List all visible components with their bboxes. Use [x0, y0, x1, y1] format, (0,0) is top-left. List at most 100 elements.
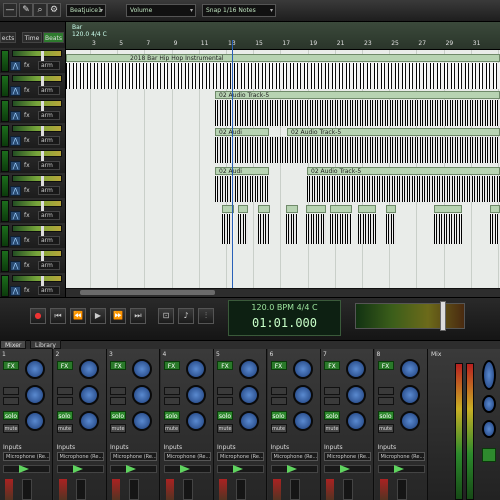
input-select[interactable]: Microphone (Re...	[3, 452, 50, 461]
gain-knob[interactable]	[78, 359, 99, 379]
mute-button[interactable]: mute	[56, 424, 73, 433]
tab-beats[interactable]: Beats	[43, 32, 64, 43]
mute-button[interactable]: mute	[217, 424, 233, 433]
play-button[interactable]: ▶	[90, 308, 106, 324]
send-button[interactable]	[3, 397, 19, 405]
master-knob-1[interactable]	[482, 360, 496, 390]
master-volume-fader[interactable]	[440, 301, 446, 331]
loop-icon[interactable]: ⊡	[158, 308, 174, 324]
gain-knob[interactable]	[185, 359, 206, 379]
automation-icon[interactable]: ⋀	[10, 261, 21, 271]
track-volume-fader[interactable]	[12, 125, 62, 137]
fx-button[interactable]: FX	[217, 361, 233, 370]
track-arm-select[interactable]: arm	[38, 211, 60, 220]
channel-volume-fader[interactable]	[75, 479, 86, 500]
beat-slice-header[interactable]	[306, 205, 326, 213]
minimize-icon[interactable]: —	[3, 3, 17, 17]
eq-knob[interactable]	[25, 385, 45, 405]
clip-header-audio6b[interactable]: 02 Audio Track-5	[287, 128, 500, 136]
input-select[interactable]: Microphone (Re...	[270, 452, 318, 461]
volume-select[interactable]: Volume ▾	[126, 4, 196, 17]
eq-knob[interactable]	[346, 385, 366, 405]
track-fx-label[interactable]: fx	[24, 187, 30, 194]
track-header[interactable]: ⋀ fx arm	[0, 198, 65, 224]
tab-effects[interactable]: ects	[0, 32, 16, 43]
track-arm-select[interactable]: arm	[38, 86, 60, 95]
metronome-icon[interactable]: ♪	[178, 308, 194, 324]
send-button[interactable]	[110, 397, 126, 405]
solo-button[interactable]: solo	[377, 411, 394, 420]
pan-knob[interactable]	[132, 411, 152, 431]
track-fx-label[interactable]: fx	[24, 87, 30, 94]
clip-header-audio7b[interactable]: 02 Audio Track-5	[307, 167, 500, 175]
gain-knob[interactable]	[399, 359, 420, 379]
eq-button[interactable]	[324, 387, 340, 395]
track-volume-fader[interactable]	[12, 75, 62, 87]
eq-button[interactable]	[270, 387, 287, 395]
track-arm-select[interactable]: arm	[38, 61, 60, 70]
automation-icon[interactable]: ⋀	[10, 186, 21, 196]
solo-button[interactable]: solo	[110, 411, 126, 420]
track-header[interactable]: ⋀ fx arm	[0, 223, 65, 249]
track-header[interactable]: ⋀ fx arm	[0, 173, 65, 199]
beat-slice-header[interactable]	[434, 205, 462, 213]
send-button[interactable]	[217, 397, 233, 405]
input-select[interactable]: Microphone (Re...	[163, 452, 211, 461]
tab-time[interactable]: Time	[22, 32, 42, 43]
track-fx-label[interactable]: fx	[24, 237, 30, 244]
fx-button[interactable]: FX	[377, 361, 394, 370]
track-volume-fader[interactable]	[12, 150, 62, 162]
pan-knob[interactable]	[292, 411, 313, 431]
track-volume-fader[interactable]	[12, 250, 62, 262]
gain-knob[interactable]	[132, 359, 152, 379]
fast-forward-button[interactable]: ⏩	[110, 308, 126, 324]
gain-knob[interactable]	[292, 359, 313, 379]
automation-icon[interactable]: ⋀	[10, 136, 21, 146]
solo-button[interactable]: solo	[270, 411, 287, 420]
gain-knob[interactable]	[239, 359, 259, 379]
beat-slice-header[interactable]	[330, 205, 352, 213]
pan-knob[interactable]	[78, 411, 99, 431]
send-button[interactable]	[270, 397, 287, 405]
horizontal-scroll-thumb[interactable]	[80, 290, 215, 295]
input-select[interactable]: Microphone (Re...	[110, 452, 157, 461]
send-button[interactable]	[163, 397, 180, 405]
settings-gear-icon[interactable]: ⚙	[47, 3, 61, 17]
track-header[interactable]: ⋀ fx arm	[0, 73, 65, 99]
automation-icon[interactable]: ⋀	[10, 286, 21, 296]
solo-button[interactable]: solo	[163, 411, 180, 420]
mute-button[interactable]: mute	[110, 424, 126, 433]
channel-volume-fader[interactable]	[396, 479, 407, 500]
eq-knob[interactable]	[239, 385, 259, 405]
zoom-icon[interactable]: ⌕	[33, 3, 47, 17]
track-volume-fader[interactable]	[12, 275, 62, 287]
mute-button[interactable]: mute	[163, 424, 180, 433]
track-arm-select[interactable]: arm	[38, 136, 60, 145]
eq-button[interactable]	[3, 387, 19, 395]
master-knob-3[interactable]	[482, 420, 496, 438]
track-arm-select[interactable]: arm	[38, 186, 60, 195]
input-select[interactable]: Microphone (Re...	[377, 452, 425, 461]
pan-knob[interactable]	[239, 411, 259, 431]
mute-button[interactable]: mute	[3, 424, 19, 433]
track-fx-label[interactable]: fx	[24, 262, 30, 269]
input-select[interactable]: Microphone (Re...	[324, 452, 371, 461]
track-arm-select[interactable]: arm	[38, 286, 60, 295]
eq-button[interactable]	[110, 387, 126, 395]
track-fx-label[interactable]: fx	[24, 112, 30, 119]
clip-header-audio5[interactable]: 02 Audio Track-5	[215, 91, 500, 99]
clip-header-audio6a[interactable]: 02 Audi	[215, 128, 269, 136]
eq-button[interactable]	[56, 387, 73, 395]
solo-button[interactable]: solo	[324, 411, 340, 420]
track-fx-label[interactable]: fx	[24, 62, 30, 69]
solo-button[interactable]: solo	[3, 411, 19, 420]
tab-library[interactable]: Library	[30, 340, 61, 349]
gain-knob[interactable]	[346, 359, 366, 379]
track-header[interactable]: ⋀ fx arm	[0, 148, 65, 174]
master-knob-2[interactable]	[482, 395, 496, 413]
pan-knob[interactable]	[346, 411, 366, 431]
send-button[interactable]	[56, 397, 73, 405]
automation-icon[interactable]: ⋀	[10, 61, 21, 71]
eq-button[interactable]	[163, 387, 180, 395]
master-solo-button[interactable]	[482, 448, 496, 462]
